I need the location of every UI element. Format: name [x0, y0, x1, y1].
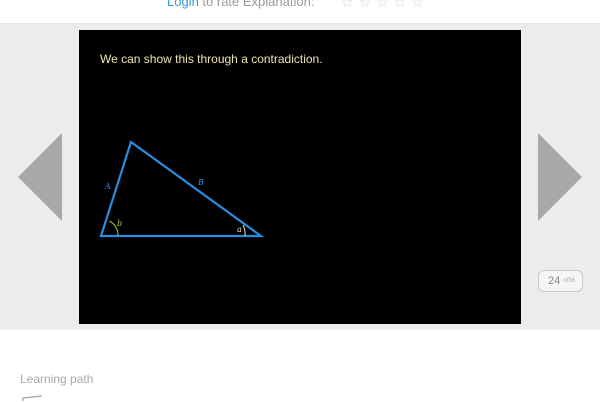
rating-bar: Login to rate Explanation: ☆☆☆☆☆ — [0, 0, 600, 24]
path-icon[interactable] — [20, 392, 46, 402]
rating-prompt: Login to rate Explanation: — [167, 0, 314, 9]
slide-counter[interactable]: 24 of36 — [538, 270, 583, 292]
angle-a-arc — [242, 224, 246, 237]
slide-counter-suffix: of36 — [563, 278, 575, 284]
chevron-right-icon[interactable] — [538, 133, 582, 221]
rating-prompt-text: to rate Explanation: — [198, 0, 315, 9]
angle-b-label: b — [117, 219, 122, 228]
rating-stars[interactable]: ☆☆☆☆☆ — [341, 0, 429, 11]
slideshow-stage: We can show this through a contradiction… — [0, 24, 600, 330]
login-link[interactable]: Login — [167, 0, 199, 9]
side-a-label: A — [104, 182, 111, 191]
angle-a-label: a — [237, 225, 242, 234]
chevron-left-icon[interactable] — [18, 133, 62, 221]
learning-path-label: Learning path — [20, 372, 94, 386]
slide-canvas: We can show this through a contradiction… — [79, 30, 521, 324]
side-b-label: B — [197, 178, 204, 187]
triangle-shape — [99, 140, 265, 238]
triangle-diagram: A B b a — [99, 140, 265, 238]
slide-counter-value: 24 — [548, 275, 561, 287]
